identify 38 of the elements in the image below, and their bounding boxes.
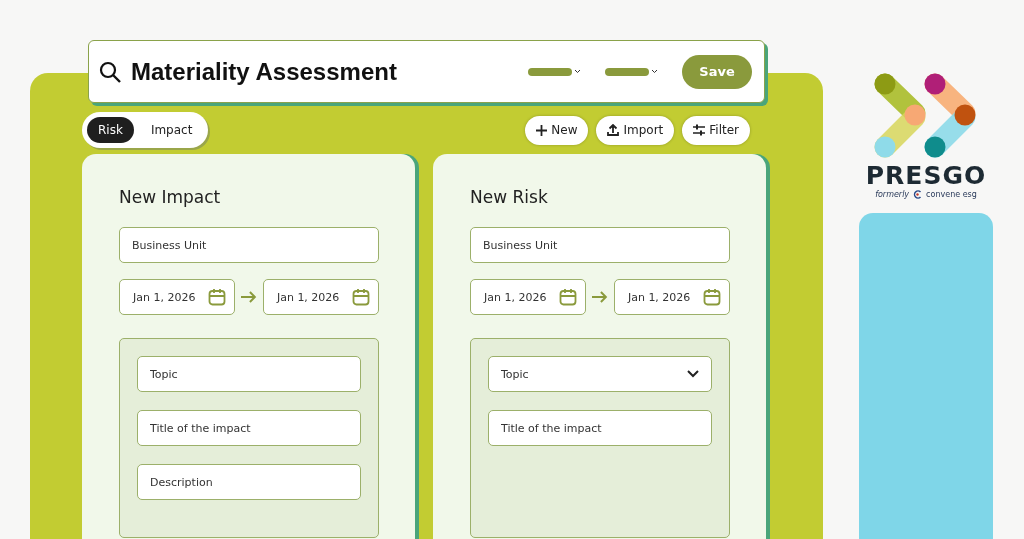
- input-field[interactable]: Business Unit: [119, 227, 379, 263]
- date-field[interactable]: Jan 1, 2026: [119, 279, 236, 315]
- dropdown[interactable]: [605, 67, 658, 76]
- input-field[interactable]: Description: [137, 464, 361, 500]
- caret-icon: [574, 69, 581, 74]
- brand-name: PRESGO: [865, 161, 987, 190]
- dropdown[interactable]: [528, 67, 581, 76]
- toggle-tab[interactable]: Risk: [87, 117, 134, 143]
- card-title: New Risk: [470, 187, 549, 207]
- upload-icon: [607, 124, 620, 136]
- arrow-icon: [241, 291, 257, 303]
- input-field[interactable]: Title of the impact: [488, 410, 712, 446]
- input-field[interactable]: Business Unit: [470, 227, 730, 263]
- date-field[interactable]: Jan 1, 2026: [470, 279, 587, 315]
- former-brand-name: convene esg: [926, 190, 977, 199]
- plus-icon: [536, 124, 548, 136]
- former-logo-icon: [913, 190, 923, 199]
- calendar-icon: [559, 288, 578, 306]
- sliders-icon: [693, 124, 706, 136]
- calendar-icon: [703, 288, 721, 306]
- page-title: Materiality Assessment: [131, 57, 398, 86]
- action-button[interactable]: Import: [596, 115, 675, 145]
- search-icon: [99, 60, 121, 83]
- action-button[interactable]: Filter: [682, 115, 750, 145]
- calendar-icon: [208, 288, 227, 306]
- date-field[interactable]: Jan 1, 2026: [262, 279, 379, 315]
- topic-dropdown[interactable]: Topic: [488, 356, 712, 392]
- arrow-icon: [592, 291, 608, 303]
- formerly-label: formerly: [875, 190, 910, 199]
- action-button[interactable]: New: [525, 115, 589, 145]
- chevron-down-icon: [687, 370, 699, 378]
- calendar-icon: [352, 288, 370, 306]
- caret-icon: [651, 69, 658, 74]
- search-bar[interactable]: Materiality Assessment Save: [88, 40, 765, 103]
- input-field[interactable]: Title of the impact: [137, 410, 361, 446]
- card-title: New Impact: [119, 187, 222, 207]
- date-field[interactable]: Jan 1, 2026: [613, 279, 730, 315]
- input-field[interactable]: Topic: [137, 356, 361, 392]
